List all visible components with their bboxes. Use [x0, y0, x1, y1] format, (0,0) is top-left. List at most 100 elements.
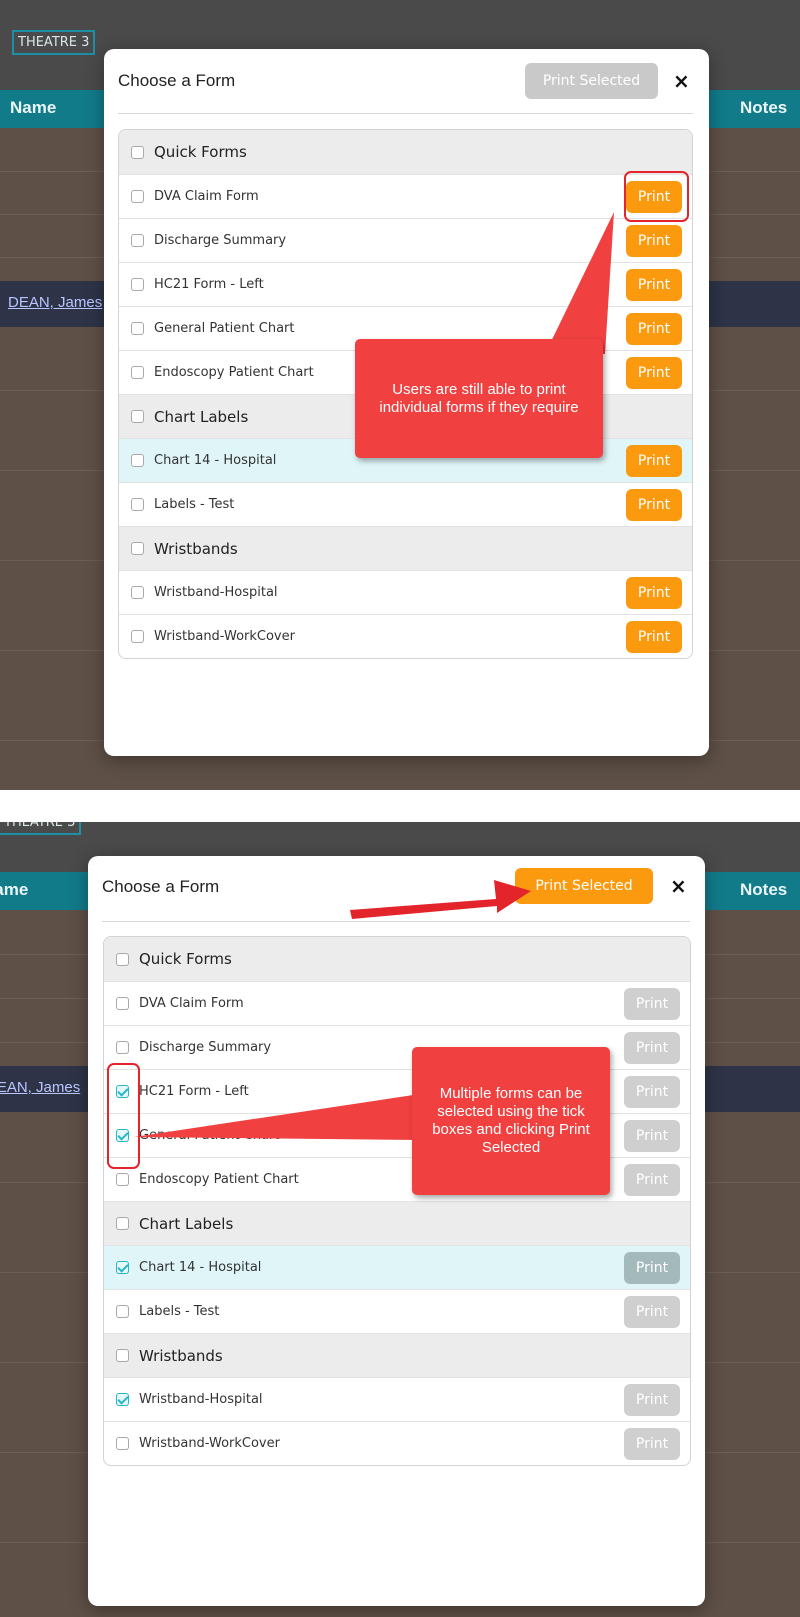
- select-checkbox[interactable]: [131, 498, 144, 511]
- select-checkbox[interactable]: [131, 366, 144, 379]
- form-label: HC21 Form - Left: [154, 277, 264, 292]
- select-checkbox[interactable]: [131, 190, 144, 203]
- print-button[interactable]: Print: [626, 225, 682, 257]
- form-label: Discharge Summary: [154, 233, 287, 248]
- select-checkbox[interactable]: [131, 410, 144, 423]
- select-checkbox[interactable]: [131, 322, 144, 335]
- select-checkbox[interactable]: [131, 278, 144, 291]
- select-checkbox[interactable]: [116, 952, 129, 966]
- screenshot-panel-multiple: THEATRE 3 Name Notes DEAN, James Choose …: [0, 822, 800, 1617]
- print-button[interactable]: Print: [624, 1120, 680, 1152]
- patient-name-link[interactable]: DEAN, James: [8, 294, 102, 311]
- form-label: Chart 14 - Hospital: [154, 453, 277, 468]
- form-row-labels-test[interactable]: Labels - Test Print: [119, 482, 692, 526]
- highlight-box-print-button: [624, 171, 689, 222]
- print-button[interactable]: Print: [626, 577, 682, 609]
- group-header-quick-forms[interactable]: Quick Forms: [104, 937, 690, 981]
- group-header-wristbands[interactable]: Wristbands: [104, 1333, 690, 1377]
- form-label: Labels - Test: [154, 497, 235, 512]
- form-label: DVA Claim Form: [139, 996, 244, 1011]
- form-label: Chart Labels: [139, 1214, 234, 1233]
- print-button[interactable]: Print: [624, 988, 680, 1020]
- form-label: Wristbands: [139, 1346, 223, 1365]
- column-header-name[interactable]: Name: [10, 98, 56, 118]
- print-button[interactable]: Print: [624, 1164, 680, 1196]
- select-checkbox[interactable]: [116, 1437, 129, 1450]
- group-header-chart-labels[interactable]: Chart Labels: [104, 1201, 690, 1245]
- form-row-wristband-hospital[interactable]: Wristband-Hospital Print: [104, 1377, 690, 1421]
- form-label: General Patient Chart: [154, 321, 295, 336]
- print-button[interactable]: Print: [626, 269, 682, 301]
- form-row-wristband-workcover[interactable]: Wristband-WorkCover Print: [104, 1421, 690, 1465]
- form-row-wristband-workcover[interactable]: Wristband-WorkCover Print: [119, 614, 692, 658]
- print-button[interactable]: Print: [624, 1252, 680, 1284]
- form-label: Quick Forms: [154, 143, 247, 161]
- close-icon[interactable]: ×: [673, 69, 690, 93]
- print-button[interactable]: Print: [626, 357, 682, 389]
- print-button[interactable]: Print: [626, 489, 682, 521]
- form-label: Discharge Summary: [139, 1040, 272, 1055]
- select-checkbox[interactable]: [131, 586, 144, 599]
- form-label: Wristband-Hospital: [139, 1392, 263, 1407]
- form-row-discharge-summary[interactable]: Discharge Summary Print: [119, 218, 692, 262]
- select-checkbox[interactable]: [131, 630, 144, 643]
- column-header-name[interactable]: Name: [0, 880, 28, 900]
- print-button[interactable]: Print: [624, 1076, 680, 1108]
- form-label: Quick Forms: [139, 950, 232, 968]
- print-selected-button[interactable]: Print Selected: [525, 63, 658, 99]
- print-button[interactable]: Print: [624, 1428, 680, 1460]
- print-selected-button[interactable]: Print Selected: [515, 868, 653, 904]
- theatre-label[interactable]: THEATRE 3: [12, 30, 96, 55]
- group-header-quick-forms[interactable]: Quick Forms: [119, 130, 692, 174]
- form-label: Endoscopy Patient Chart: [139, 1172, 299, 1187]
- print-button[interactable]: Print: [624, 1384, 680, 1416]
- column-header-notes[interactable]: Notes: [740, 98, 787, 118]
- form-row-chart-14-hospital[interactable]: Chart 14 - Hospital Print: [104, 1245, 690, 1289]
- select-checkbox[interactable]: [131, 234, 144, 247]
- select-checkbox[interactable]: [116, 1173, 129, 1186]
- annotation-callout: Users are still able to print individual…: [355, 339, 603, 458]
- form-row-hc21-form-left[interactable]: HC21 Form - Left Print: [119, 262, 692, 306]
- form-label: Chart Labels: [154, 407, 249, 426]
- modal-divider: [118, 113, 693, 114]
- select-checkbox[interactable]: [116, 1217, 129, 1230]
- select-checkbox[interactable]: [116, 1393, 129, 1406]
- select-checkbox[interactable]: [116, 1349, 129, 1362]
- form-label: General Patient Chart: [139, 1128, 280, 1143]
- form-row-wristband-hospital[interactable]: Wristband-Hospital Print: [119, 570, 692, 614]
- form-label: DVA Claim Form: [154, 189, 259, 204]
- form-label: Wristband-WorkCover: [154, 629, 295, 644]
- form-label: Wristband-Hospital: [154, 585, 278, 600]
- column-header-notes[interactable]: Notes: [740, 880, 787, 900]
- print-button[interactable]: Print: [626, 621, 682, 653]
- modal-title: Choose a Form: [102, 877, 220, 896]
- select-checkbox[interactable]: [116, 1041, 129, 1054]
- form-row-labels-test[interactable]: Labels - Test Print: [104, 1289, 690, 1333]
- select-checkbox[interactable]: [116, 1305, 129, 1318]
- patient-name-link[interactable]: DEAN, James: [0, 1079, 80, 1096]
- form-label: HC21 Form - Left: [139, 1084, 249, 1099]
- print-button[interactable]: Print: [624, 1296, 680, 1328]
- select-checkbox[interactable]: [116, 997, 129, 1010]
- select-checkbox[interactable]: [116, 1261, 129, 1274]
- select-checkbox[interactable]: [131, 542, 144, 555]
- modal-divider: [102, 921, 690, 922]
- group-header-wristbands[interactable]: Wristbands: [119, 526, 692, 570]
- theatre-label[interactable]: THEATRE 3: [0, 822, 82, 835]
- panel-separator: [0, 790, 800, 822]
- print-button[interactable]: Print: [626, 445, 682, 477]
- highlight-box-checkboxes: [107, 1063, 140, 1169]
- form-row-dva-claim-form[interactable]: DVA Claim Form Print: [119, 174, 692, 218]
- annotation-callout: Multiple forms can be selected using the…: [412, 1047, 610, 1195]
- form-label: Wristband-WorkCover: [139, 1436, 280, 1451]
- form-row-dva-claim-form[interactable]: DVA Claim Form Print: [104, 981, 690, 1025]
- form-label: Wristbands: [154, 539, 238, 558]
- select-checkbox[interactable]: [131, 454, 144, 467]
- form-label: Endoscopy Patient Chart: [154, 365, 314, 380]
- print-button[interactable]: Print: [626, 313, 682, 345]
- close-icon[interactable]: ×: [670, 874, 687, 898]
- form-list: Quick Forms DVA Claim Form Print Discharge …: [103, 936, 691, 1466]
- print-button[interactable]: Print: [624, 1032, 680, 1064]
- select-checkbox[interactable]: [131, 145, 144, 159]
- choose-form-modal: Choose a Form Print Selected × Quick For…: [88, 856, 705, 1606]
